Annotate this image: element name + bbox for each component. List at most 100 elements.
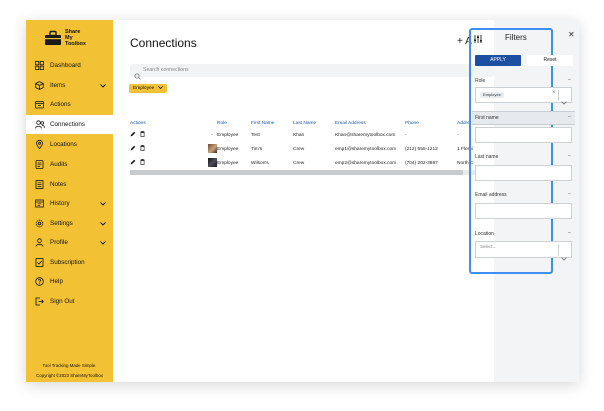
first-name-collapse-icon[interactable]: – [568,114,571,120]
row-actions [130,142,165,156]
sidebar-item-label: Locations [50,141,77,148]
scrollbar-thumb[interactable] [130,170,463,175]
location-select[interactable]: Select... [475,241,572,261]
chevron-down-icon[interactable] [100,83,106,90]
email-filter-label: Email address [475,192,507,198]
table-row[interactable]: Employee Tim's Crew emp1@sharemytoolbox.… [130,142,477,156]
dashboard-icon [35,61,44,70]
sidebar-item-items[interactable]: Items [26,76,113,95]
notes-icon [35,180,44,189]
search-bar[interactable]: Search connections [130,64,494,80]
gear-icon [35,219,44,228]
col-header-role[interactable]: Role [217,118,251,128]
col-header-actions: Actions [130,120,146,126]
close-icon[interactable]: ✕ [568,30,575,39]
row-photo [165,142,217,156]
table-header-row: Actions Role First Name Last Name Email … [130,118,477,128]
location-filter-label: Location [475,231,494,237]
sidebar-item-dashboard[interactable]: Dashboard [26,56,113,75]
chevron-down-icon[interactable] [561,92,567,110]
first-name-filter-label: First name [475,115,499,121]
role-select[interactable]: Employee × [475,87,572,105]
sidebar-item-audits[interactable]: Audits [26,155,113,174]
cell-last-name: Khan [293,132,305,138]
chevron-down-icon[interactable] [100,221,106,228]
first-name-field[interactable] [475,127,572,143]
last-name-field[interactable] [475,165,572,181]
row-actions [130,128,165,142]
sidebar-item-label: Settings [50,220,73,227]
cell-role: Employee [217,132,239,138]
sign-out-icon [35,297,44,306]
location-pin-icon [35,139,44,150]
role-collapse-icon[interactable]: – [568,77,571,83]
chevron-down-icon[interactable] [561,248,567,266]
table-row[interactable]: Employee Wilson's Crew emp2@sharemytoolb… [130,156,477,170]
role-filter-label: Role [475,78,486,84]
sidebar-item-notes[interactable]: Notes [26,175,113,194]
chevron-down-icon[interactable] [100,240,106,247]
apply-button[interactable]: APPLY [475,55,521,66]
trash-icon[interactable] [140,159,146,167]
sidebar-item-label: Subscription [50,259,85,266]
sidebar-item-locations[interactable]: Locations [26,135,113,154]
table-row[interactable]: - Employee Test Khan Khan@sharemytoolbox… [130,128,477,142]
sidebar-item-label: Audits [50,161,68,168]
search-input[interactable]: Search connections [143,67,189,73]
search-icon [134,67,141,85]
trash-icon[interactable] [140,145,146,153]
sidebar-item-label: Notes [50,181,67,188]
sidebar-item-help[interactable]: Help [26,272,113,291]
email-collapse-icon[interactable]: – [568,191,571,197]
sidebar-item-subscription[interactable]: Subscription [26,253,113,272]
sidebar-item-profile[interactable]: Profile [26,233,113,252]
chevron-down-icon[interactable] [158,86,164,91]
trash-icon[interactable] [140,131,146,139]
cell-email: Khan@sharemytoolbox.com [335,132,396,138]
cell-last-name: Crew [293,146,305,152]
connection-photo [208,157,217,167]
location-collapse-icon[interactable]: – [568,230,571,236]
last-name-collapse-icon[interactable]: – [568,153,571,159]
col-header-first-name[interactable]: First Name [251,118,293,128]
location-placeholder: Select... [480,244,497,249]
cell-phone: (212) 555-1212 [405,146,438,152]
audit-icon [35,160,44,169]
col-header-last-name[interactable]: Last Name [293,118,335,128]
row-photo [165,156,217,170]
table-horizontal-scrollbar[interactable] [130,170,494,175]
cell-first-name: Test [251,132,260,138]
edit-icon[interactable] [130,145,136,153]
cell-role: Employee [217,146,239,152]
active-filter-chip[interactable]: Employee [129,84,168,93]
cell-first-name: Tim's [251,146,263,152]
col-header-phone[interactable]: Phone [405,118,457,128]
sidebar-item-label: Sign Out [50,298,75,305]
sidebar-item-history[interactable]: History [26,194,113,213]
clear-icon[interactable]: × [552,90,556,96]
sidebar-item-label: Actions [50,101,71,108]
chip-label: Employee [133,86,155,91]
chevron-down-icon[interactable] [100,201,106,208]
sidebar-item-label: Dashboard [50,62,81,69]
email-field[interactable] [475,203,572,219]
role-chip[interactable]: Employee [480,92,504,98]
box-icon [35,81,44,90]
sidebar-item-sign-out[interactable]: Sign Out [26,292,113,311]
sidebar-item-settings[interactable]: Settings [26,214,113,233]
sidebar: Share My Toolbox Dashboard Items Actions… [26,20,113,382]
cell-phone: (704) 202-3687 [405,160,438,166]
col-header-photo [165,118,217,128]
filters-title: Filters [505,33,527,42]
reset-button[interactable]: Reset [527,55,573,66]
actions-icon [35,100,44,109]
edit-icon[interactable] [130,159,136,167]
brand-logo[interactable]: Share My Toolbox [44,29,86,47]
edit-icon[interactable] [130,131,136,139]
sidebar-item-actions[interactable]: Actions [26,95,113,114]
sidebar-item-connections[interactable]: Connections [26,115,113,134]
col-header-email[interactable]: Email Address [335,118,405,128]
cell-email: emp1@sharemytoolbox.com [335,146,397,152]
sidebar-item-label: Items [50,82,66,89]
page-title: Connections [130,36,197,50]
